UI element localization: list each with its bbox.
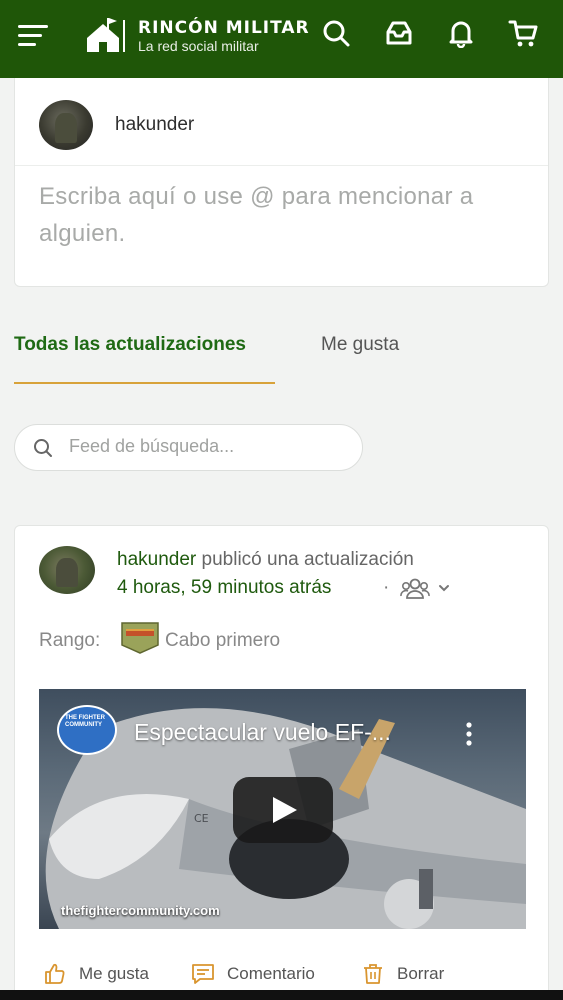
rank-insignia-icon [121, 622, 159, 654]
brand-title: RINCÓN MILITAR [138, 18, 310, 38]
menu-icon[interactable] [18, 25, 48, 47]
tab-all-updates[interactable]: Todas las actualizaciones [14, 334, 246, 356]
video-title[interactable]: Espectacular vuelo EF-... [134, 719, 391, 746]
thumbs-up-icon [45, 963, 65, 984]
top-navigation-bar: RINCÓN MILITAR La red social militar [0, 0, 563, 78]
post-composer: hakunder Escriba aquí o use @ para menci… [14, 78, 549, 287]
composer-username[interactable]: hakunder [115, 114, 194, 136]
post-author-link[interactable]: hakunder [117, 549, 196, 570]
rank-name: Cabo primero [165, 630, 281, 651]
channel-logo[interactable]: THE FIGHTER COMMUNITY [57, 705, 117, 755]
search-icon [34, 439, 52, 457]
chevron-down-icon[interactable] [437, 581, 451, 595]
delete-button[interactable]: Borrar [361, 962, 444, 986]
cart-icon[interactable] [508, 18, 538, 48]
avatar[interactable] [39, 100, 93, 150]
composer-text-input[interactable]: Escriba aquí o use @ para mencionar a al… [39, 178, 529, 252]
trash-icon [364, 964, 382, 984]
channel-name: THE FIGHTER COMMUNITY [65, 715, 105, 728]
brand-logo-text[interactable]: RINCÓN MILITAR La red social militar [138, 18, 310, 54]
bell-icon[interactable] [446, 18, 476, 49]
video-watermark: thefightercommunity.com [61, 903, 220, 918]
search-icon[interactable] [321, 18, 351, 48]
tab-likes[interactable]: Me gusta [321, 334, 399, 356]
separator-dot: · [383, 577, 390, 598]
comment-button[interactable]: Comentario [191, 962, 315, 986]
post-header-line: hakunder publicó una actualización [117, 549, 414, 571]
like-button[interactable]: Me gusta [43, 962, 149, 986]
logo-icon[interactable] [85, 16, 127, 54]
system-navigation-bar [0, 990, 563, 1000]
rank-label: Rango: [39, 630, 101, 651]
post-action-text: publicó una actualización [201, 549, 414, 570]
composer-header: hakunder [15, 78, 548, 166]
group-privacy-icon[interactable] [400, 576, 430, 600]
brand-subtitle: La red social militar [138, 38, 259, 54]
play-button[interactable] [233, 777, 333, 843]
more-options-icon[interactable] [459, 721, 479, 747]
search-input[interactable] [69, 436, 349, 457]
comment-label: Comentario [227, 964, 315, 983]
delete-label: Borrar [397, 964, 445, 983]
like-label: Me gusta [79, 964, 149, 983]
inbox-icon[interactable] [384, 18, 414, 48]
activity-post: hakunder publicó una actualización 4 hor… [14, 525, 549, 1000]
active-tab-indicator [14, 382, 275, 384]
feed-search[interactable] [14, 424, 363, 471]
post-timestamp[interactable]: 4 horas, 59 minutos atrás [117, 577, 331, 599]
comment-icon [192, 964, 214, 984]
embedded-video[interactable]: CE THE FIGHTER COMMUNITY Espectacular vu… [39, 689, 526, 929]
svg-text:CE: CE [194, 812, 209, 825]
avatar[interactable] [39, 546, 95, 594]
